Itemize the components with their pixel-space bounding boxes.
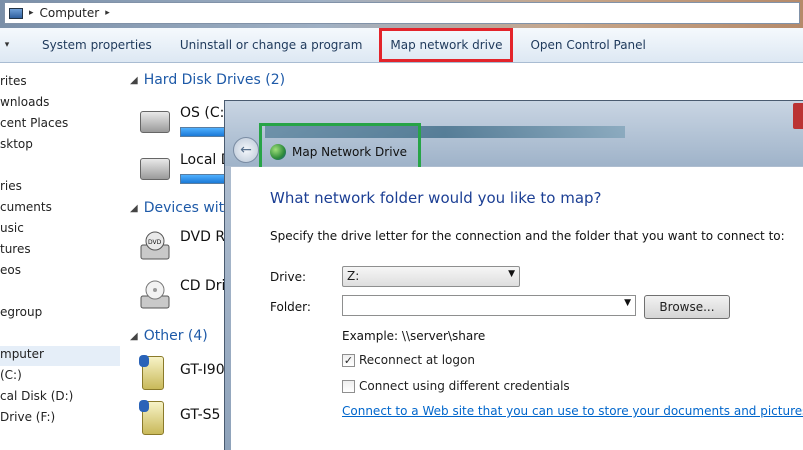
device-name: GT-I90: [180, 362, 225, 378]
hard-drive-icon: [140, 111, 170, 133]
nav-item-documents[interactable]: cuments: [0, 200, 52, 214]
nav-item-pictures[interactable]: tures: [0, 242, 31, 256]
breadcrumb-chevron-icon[interactable]: ▸: [105, 8, 110, 18]
nav-item-favorites[interactable]: rites: [0, 74, 27, 88]
bluetooth-phone-icon: [139, 400, 164, 435]
nav-item-videos[interactable]: eos: [0, 263, 21, 277]
group-header-other[interactable]: ◢ Other (4): [130, 328, 208, 344]
close-button[interactable]: [793, 103, 803, 129]
dialog-titlebar: ← Map Network Drive: [225, 101, 803, 180]
nav-item-desktop[interactable]: sktop: [0, 137, 33, 151]
nav-item-libraries[interactable]: ries: [0, 179, 22, 193]
credentials-checkbox-row[interactable]: Connect using different credentials: [342, 379, 570, 393]
nav-item-drive-c[interactable]: (C:): [0, 368, 22, 382]
drive-letter-value: Z:: [347, 269, 360, 283]
collapse-triangle-icon[interactable]: ◢: [130, 75, 138, 86]
dialog-title: Map Network Drive: [292, 144, 408, 159]
reconnect-checkbox-row[interactable]: ✓ Reconnect at logon: [342, 353, 475, 367]
nav-item-recent-places[interactable]: cent Places: [0, 116, 68, 130]
nav-item-drive-f[interactable]: Drive (F:): [0, 410, 55, 424]
group-label: Other (4): [143, 328, 208, 344]
chevron-down-icon[interactable]: ▼: [508, 269, 515, 279]
breadcrumb-separator-icon[interactable]: ▸: [29, 8, 34, 18]
drive-name: CD Dri: [180, 278, 226, 294]
navigation-pane: rites wnloads cent Places sktop ries cum…: [0, 63, 122, 450]
folder-label: Folder:: [270, 300, 311, 314]
browse-button[interactable]: Browse...: [644, 295, 730, 319]
computer-icon: [9, 7, 23, 19]
group-header-removable[interactable]: ◢ Devices with: [130, 200, 233, 216]
drive-name: DVD R: [180, 229, 226, 245]
reconnect-checkbox[interactable]: ✓: [342, 353, 355, 367]
dialog-body: What network folder would you like to ma…: [231, 167, 803, 450]
device-name: GT-S5: [180, 407, 221, 423]
network-drive-icon: [270, 143, 286, 160]
credentials-label[interactable]: Connect using different credentials: [359, 379, 570, 393]
drive-label: Drive:: [270, 270, 307, 284]
bluetooth-phone-icon: [139, 355, 164, 390]
system-properties-button[interactable]: System properties: [28, 33, 166, 57]
open-control-panel-button[interactable]: Open Control Panel: [516, 33, 659, 57]
reconnect-label[interactable]: Reconnect at logon: [359, 353, 475, 367]
chevron-down-icon[interactable]: ▼: [624, 298, 631, 308]
breadcrumb-computer[interactable]: Computer: [40, 6, 100, 20]
address-bar-area: ▸ Computer ▸: [0, 0, 803, 28]
cd-drive-icon: [140, 280, 170, 309]
address-bar[interactable]: ▸ Computer ▸: [4, 2, 800, 24]
group-label: Devices with: [143, 200, 234, 216]
nav-item-music[interactable]: usic: [0, 221, 24, 235]
nav-item-downloads[interactable]: wnloads: [0, 95, 49, 109]
map-network-drive-dialog: ← Map Network Drive What network folder …: [224, 100, 803, 450]
back-arrow-icon[interactable]: ←: [233, 137, 259, 163]
nav-item-homegroup[interactable]: egroup: [0, 305, 42, 319]
dialog-instructions: Specify the drive letter for the connect…: [270, 229, 785, 243]
folder-input[interactable]: ▼: [342, 295, 636, 316]
credentials-checkbox[interactable]: [342, 379, 355, 393]
command-bar: ▾ System properties Uninstall or change …: [0, 28, 803, 63]
folder-example: Example: \\server\share: [342, 329, 486, 343]
nav-item-drive-d[interactable]: cal Disk (D:): [0, 389, 73, 403]
svg-text:DVD: DVD: [148, 239, 162, 246]
drive-name: OS (C:): [180, 105, 230, 121]
web-site-link[interactable]: Connect to a Web site that you can use t…: [342, 404, 803, 418]
group-label: Hard Disk Drives (2): [143, 72, 286, 88]
uninstall-program-button[interactable]: Uninstall or change a program: [166, 33, 377, 57]
organize-dropdown-icon[interactable]: ▾: [0, 40, 14, 50]
group-header-hard-disk[interactable]: ◢ Hard Disk Drives (2): [130, 72, 285, 88]
dvd-drive-icon: DVD: [140, 231, 170, 260]
hard-drive-icon: [140, 158, 170, 180]
nav-item-computer[interactable]: mputer: [0, 346, 120, 366]
drive-letter-select[interactable]: Z: ▼: [342, 266, 520, 287]
collapse-triangle-icon[interactable]: ◢: [130, 331, 138, 342]
collapse-triangle-icon[interactable]: ◢: [130, 203, 138, 214]
dialog-heading: What network folder would you like to ma…: [270, 189, 602, 207]
map-network-drive-button[interactable]: Map network drive: [379, 28, 514, 62]
